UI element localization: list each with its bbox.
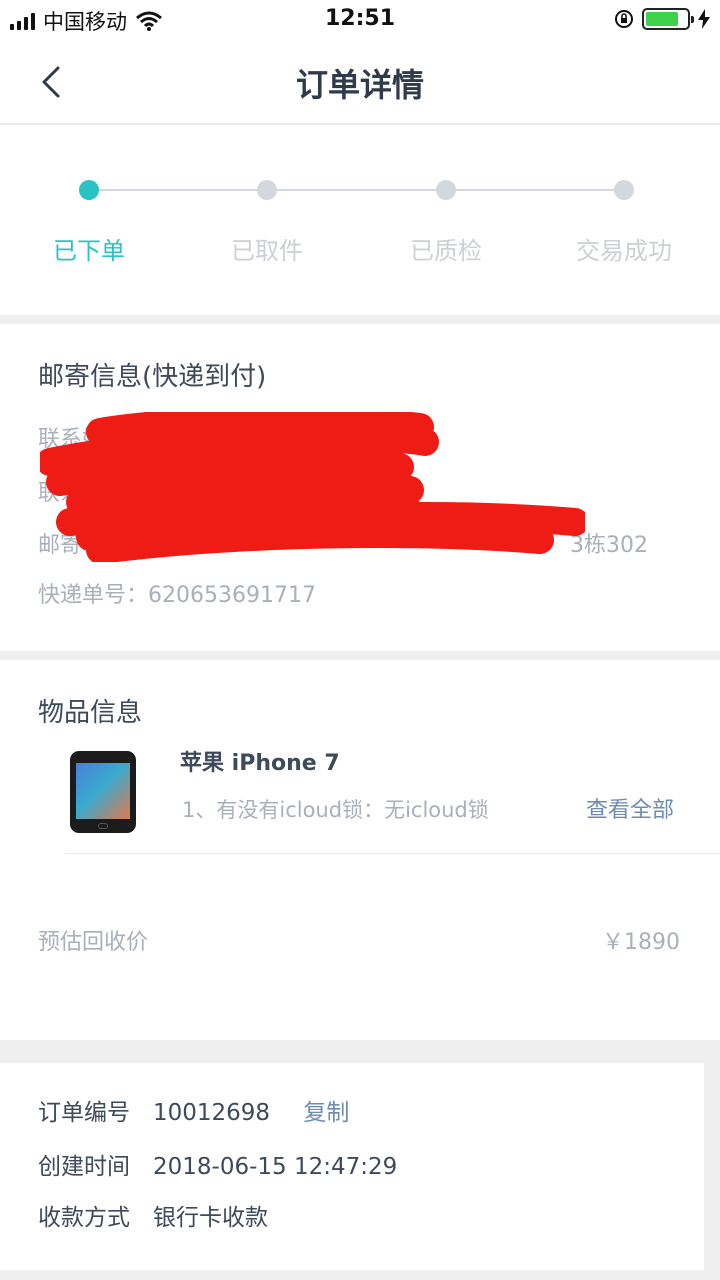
step-dot-inspected <box>436 180 456 200</box>
step-dot-complete <box>614 180 634 200</box>
step-label-complete: 交易成功 <box>576 237 672 265</box>
step-dot-picked-up <box>257 180 277 200</box>
item-info-card: 物品信息 苹果 iPhone 7 1、有没有icloud锁：无icloud锁 查… <box>0 660 720 1040</box>
payment-method-label: 收款方式 <box>38 1205 130 1231</box>
status-bar: 中国移动 12:51 <box>0 0 720 40</box>
battery-icon <box>642 8 694 30</box>
estimate-price: ￥1890 <box>602 930 680 955</box>
created-time-row: 创建时间 2018-06-15 12:47:29 <box>38 1147 397 1181</box>
estimate-label: 预估回收价 <box>38 930 149 955</box>
copy-button[interactable]: 复制 <box>303 1093 349 1127</box>
page-title: 订单详情 <box>295 66 424 104</box>
tracking-label: 快递单号： <box>38 583 149 608</box>
created-time-value: 2018-06-15 12:47:29 <box>153 1154 398 1180</box>
navigation-bar: 订单详情 <box>0 40 720 124</box>
rotation-lock-icon <box>615 10 633 28</box>
order-number-label: 订单编号 <box>38 1100 130 1126</box>
step-label-inspected: 已质检 <box>410 237 482 265</box>
view-all-link[interactable]: 查看全部 <box>586 792 674 824</box>
clock: 12:51 <box>324 6 396 31</box>
redaction-scribble <box>40 412 585 562</box>
charging-icon <box>698 9 710 29</box>
order-number-value: 10012698 <box>153 1100 271 1126</box>
step-dot-ordered <box>79 180 99 200</box>
shipping-info-card: 邮寄信息(快递到付) 联系姓名： 联系 邮寄地址 3栋302 快递单号：6206… <box>0 324 720 651</box>
divider <box>66 853 720 854</box>
product-spec: 1、有没有icloud锁：无icloud锁 <box>182 798 489 822</box>
tracking-row: 快递单号：620653691717 <box>38 577 316 609</box>
step-label-picked-up: 已取件 <box>231 237 303 265</box>
tracking-number: 620653691717 <box>148 583 316 608</box>
progress-track <box>89 189 624 191</box>
payment-method-value: 银行卡收款 <box>153 1205 268 1231</box>
item-section-title: 物品信息 <box>38 698 143 728</box>
created-time-label: 创建时间 <box>38 1154 130 1180</box>
payment-method-row: 收款方式 银行卡收款 <box>38 1198 268 1232</box>
step-label-ordered: 已下单 <box>53 237 125 265</box>
product-image <box>70 751 136 833</box>
order-progress: 已下单 已取件 已质检 交易成功 <box>0 125 720 315</box>
order-meta-card: 订单编号 10012698 复制 创建时间 2018-06-15 12:47:29 … <box>0 1063 704 1270</box>
shipping-section-title: 邮寄信息(快递到付) <box>38 362 267 392</box>
order-number-row: 订单编号 10012698 复制 <box>38 1093 349 1127</box>
product-name: 苹果 iPhone 7 <box>180 751 340 776</box>
